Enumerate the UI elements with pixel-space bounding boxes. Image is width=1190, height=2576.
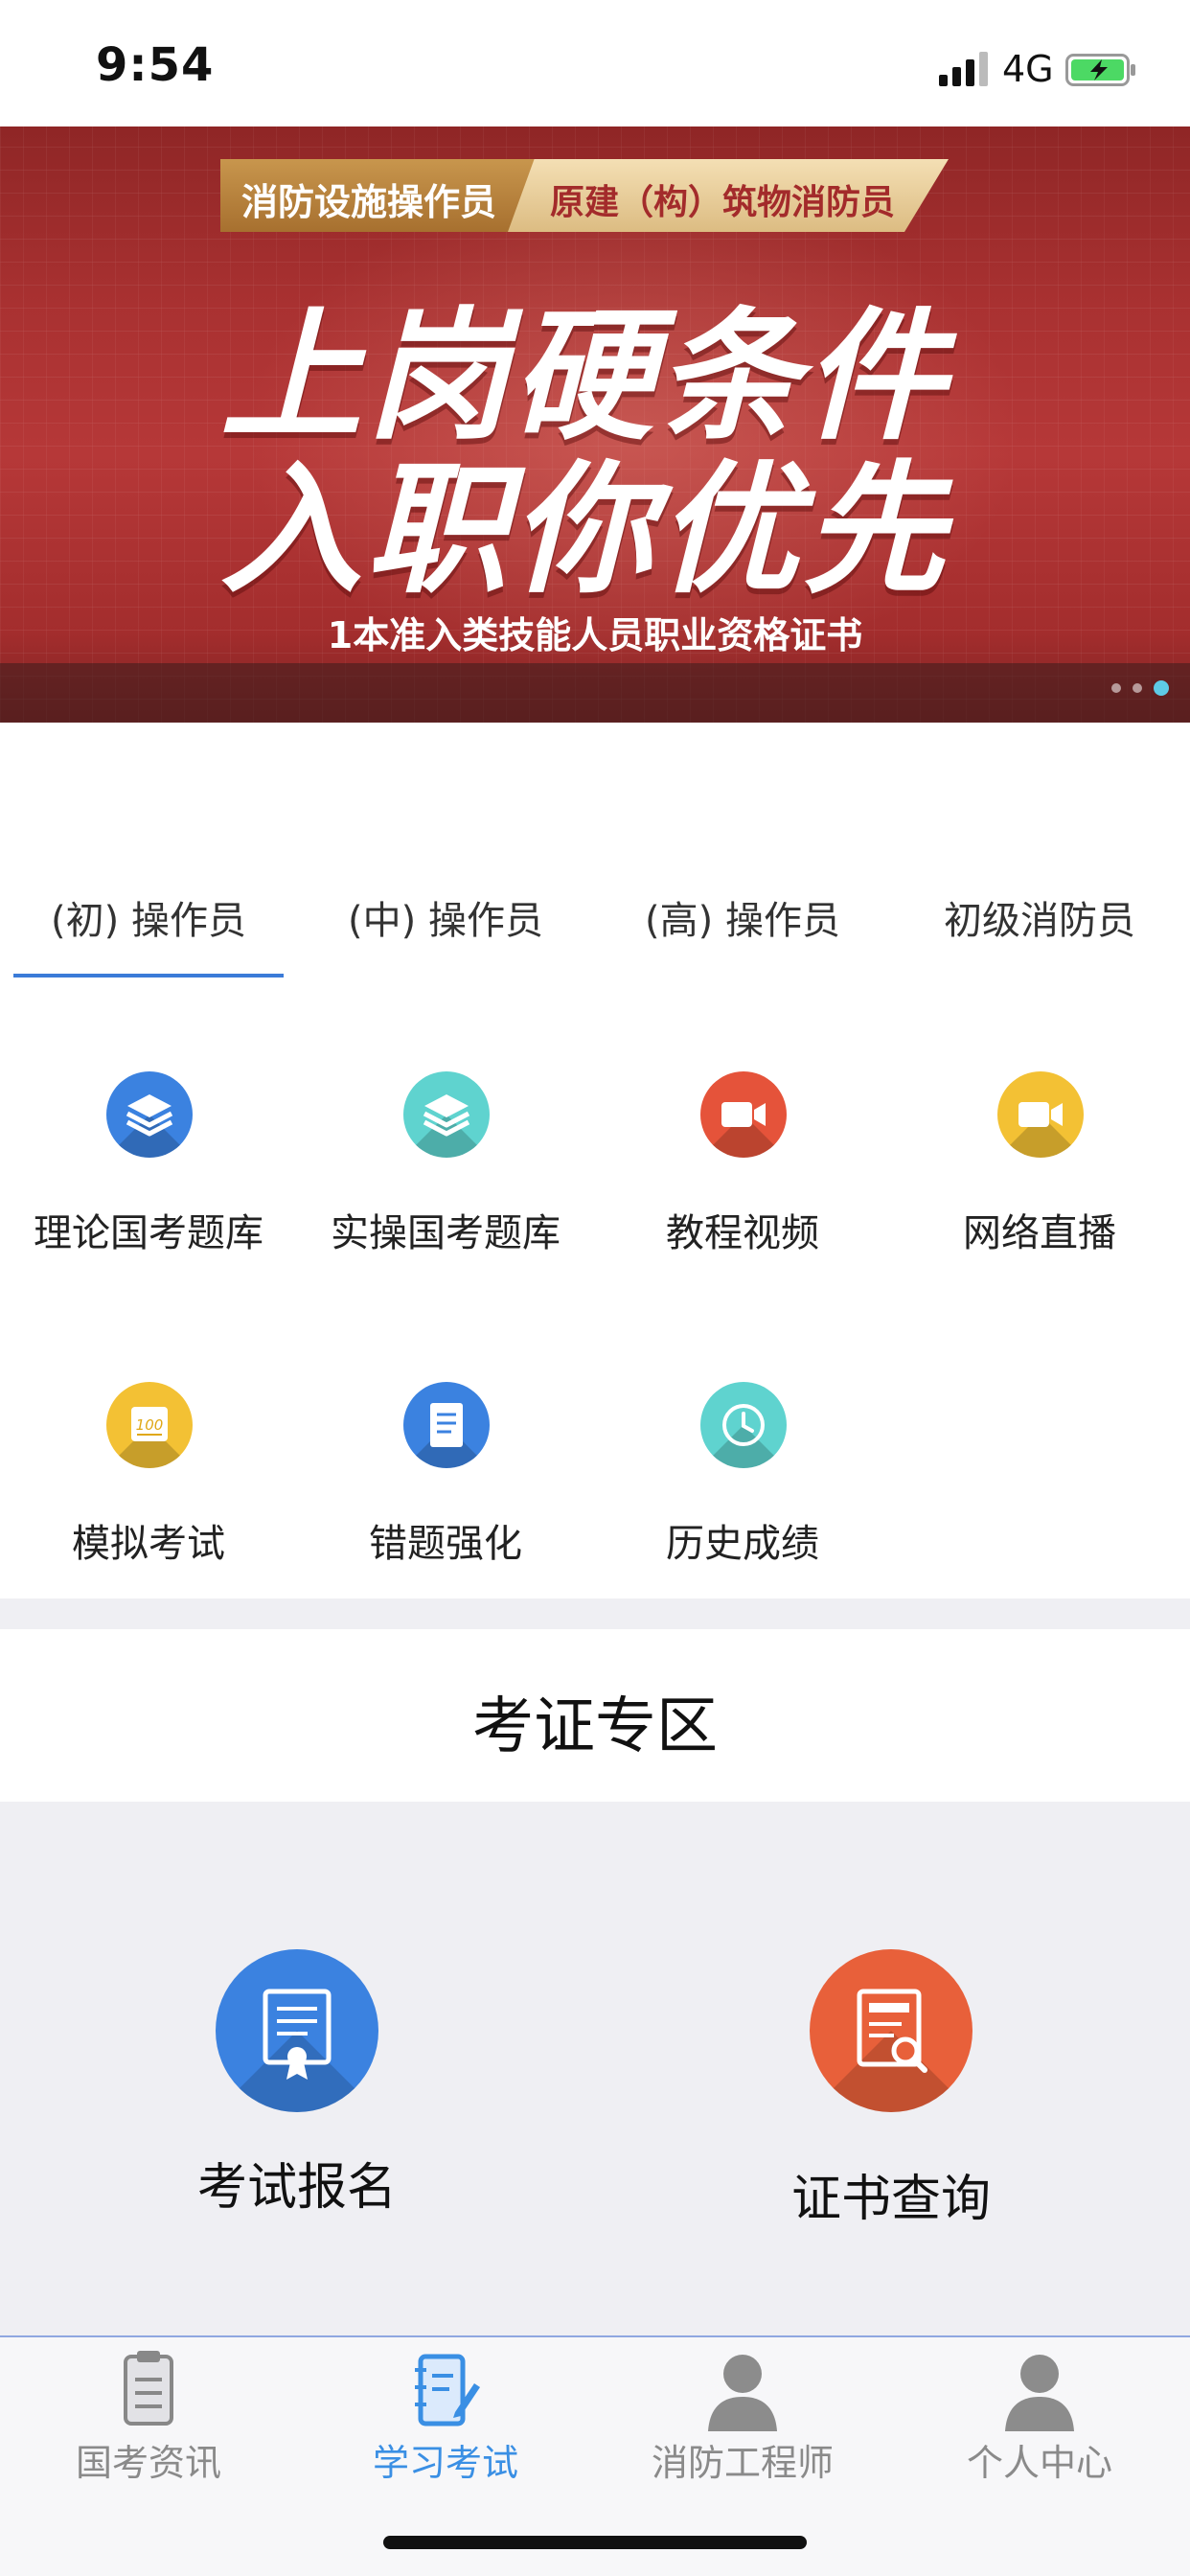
nav-tab-study-exam[interactable]: 学习考试 xyxy=(297,2337,594,2519)
carousel-dot-active[interactable] xyxy=(1154,680,1169,696)
nav-label: 国考资讯 xyxy=(75,2442,221,2484)
status-bar: 9:54 4G xyxy=(0,0,1190,126)
promo-banner[interactable]: 消防设施操作员 原建（构）筑物消防员 上岗硬条件 入职你优先 1本准入类技能人员… xyxy=(0,126,1190,723)
feature-label: 历史成绩 xyxy=(666,1522,819,1566)
person-icon xyxy=(1005,2355,1074,2431)
level-tabs: (初) 操作员 (中) 操作员 (高) 操作员 初级消防员 xyxy=(0,862,1190,987)
banner-headline-line2: 入职你优先 xyxy=(220,448,949,612)
nav-label: 消防工程师 xyxy=(651,2442,834,2484)
feature-live-stream[interactable]: 网络直播 xyxy=(896,1071,1183,1255)
feature-label: 教程视频 xyxy=(666,1211,819,1255)
exam-registration-label[interactable]: 考试报名 xyxy=(125,2147,469,2219)
network-label: 4G xyxy=(1002,48,1054,90)
feature-label: 模拟考试 xyxy=(72,1522,225,1566)
notebook-icon xyxy=(403,1382,490,1468)
video-icon xyxy=(700,1071,787,1158)
feature-label: 错题强化 xyxy=(369,1522,522,1566)
video-icon xyxy=(997,1071,1084,1158)
tab-senior-operator[interactable]: (高) 操作员 xyxy=(599,889,886,945)
document-search-icon[interactable] xyxy=(810,1949,973,2112)
person-icon xyxy=(708,2355,777,2431)
certificate-zone-title: 考证专区 xyxy=(472,1691,718,1762)
layers-icon xyxy=(403,1071,490,1158)
carousel-dot[interactable] xyxy=(1111,683,1121,693)
tab-junior-operator[interactable]: (初) 操作员 xyxy=(5,889,292,945)
nav-label: 学习考试 xyxy=(372,2442,518,2484)
feature-theory-bank[interactable]: 理论国考题库 xyxy=(5,1071,292,1255)
feature-history-scores[interactable]: 历史成绩 xyxy=(599,1382,886,1566)
signal-icon xyxy=(939,52,988,86)
clock-icon xyxy=(700,1382,787,1468)
banner-ribbon: 消防设施操作员 原建（构）筑物消防员 xyxy=(220,159,949,232)
svg-text:100: 100 xyxy=(136,1416,164,1434)
nav-tab-exam-news[interactable]: 国考资讯 xyxy=(0,2337,297,2519)
tab-junior-firefighter[interactable]: 初级消防员 xyxy=(896,889,1183,945)
feature-label: 网络直播 xyxy=(963,1211,1116,1255)
tab-intermediate-operator[interactable]: (中) 操作员 xyxy=(302,889,589,945)
status-time: 9:54 xyxy=(96,38,215,92)
feature-label: 理论国考题库 xyxy=(34,1211,263,1255)
feature-mock-exam[interactable]: 100 模拟考试 xyxy=(5,1382,292,1566)
feature-tutorial-video[interactable]: 教程视频 xyxy=(599,1071,886,1255)
certificate-icon[interactable] xyxy=(216,1949,378,2112)
ribbon-left-text: 消防设施操作员 xyxy=(241,181,497,223)
notebook-pen-icon xyxy=(415,2354,480,2426)
tab-selected-underline xyxy=(13,974,284,978)
certificate-zone: 考试报名 证书查询 xyxy=(0,1802,1190,2338)
app-screen: 9:54 4G 消防设施操作员 原建（构）筑物消防员 上岗硬条件 入职你优先 1… xyxy=(0,0,1190,2576)
feature-practice-bank[interactable]: 实操国考题库 xyxy=(302,1071,589,1255)
layers-icon xyxy=(106,1071,193,1158)
feature-label: 实操国考题库 xyxy=(331,1211,561,1255)
carousel-dot[interactable] xyxy=(1133,683,1142,693)
feature-wrong-questions[interactable]: 错题强化 xyxy=(302,1382,589,1566)
battery-icon xyxy=(1065,54,1135,86)
nav-tab-fire-engineer[interactable]: 消防工程师 xyxy=(594,2337,891,2519)
home-indicator[interactable] xyxy=(383,2536,807,2549)
nav-label: 个人中心 xyxy=(966,2442,1112,2484)
banner-footer-strip xyxy=(0,663,1190,723)
nav-tab-profile[interactable]: 个人中心 xyxy=(891,2337,1188,2519)
clipboard-icon xyxy=(124,2351,173,2426)
carousel-indicator[interactable] xyxy=(1111,680,1169,696)
section-divider xyxy=(0,1598,1190,1629)
banner-caption: 1本准入类技能人员职业资格证书 xyxy=(327,614,863,656)
score-100-icon: 100 xyxy=(106,1382,193,1468)
certificate-query-label[interactable]: 证书查询 xyxy=(719,2158,1064,2230)
ribbon-right-text: 原建（构）筑物消防员 xyxy=(550,183,896,222)
